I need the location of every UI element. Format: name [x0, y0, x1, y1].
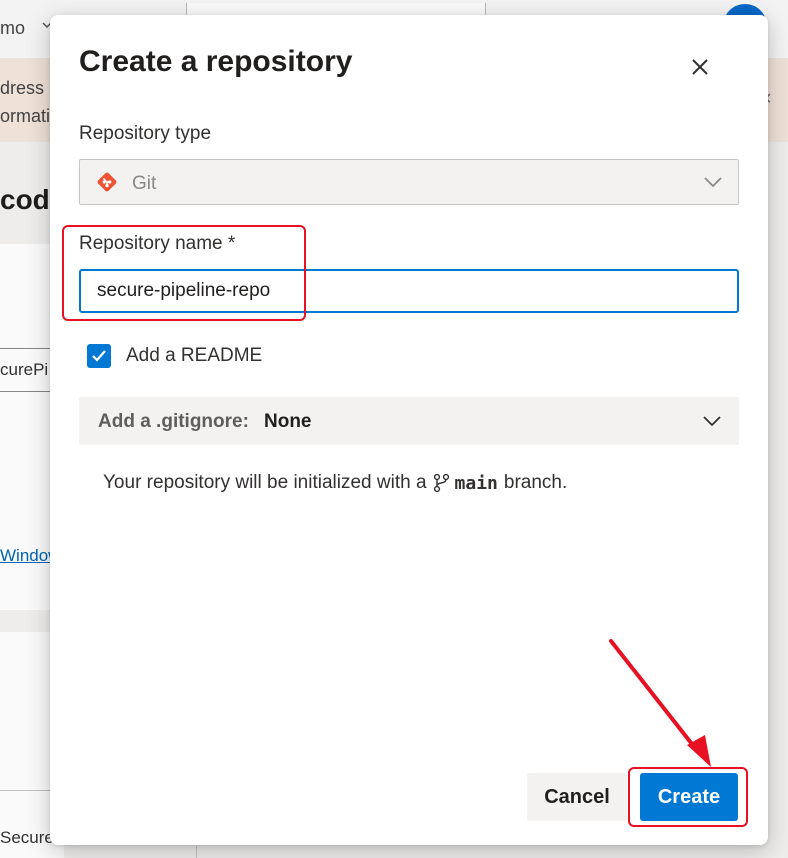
checkmark-icon	[92, 350, 106, 362]
repository-type-select[interactable]: Git	[79, 159, 739, 205]
chevron-down-icon	[704, 177, 722, 188]
init-info-text: Your repository will be initialized with…	[103, 472, 567, 494]
close-button[interactable]	[684, 51, 716, 83]
add-readme-checkbox[interactable]	[87, 344, 111, 368]
close-icon	[692, 59, 708, 75]
create-button[interactable]: Create	[640, 773, 738, 821]
branch-icon	[433, 473, 449, 493]
init-info-suffix: branch.	[503, 472, 568, 493]
gitignore-select[interactable]: Add a .gitignore: None	[79, 397, 739, 445]
dialog-title: Create a repository	[79, 45, 353, 78]
create-repository-dialog: Create a repository Repository type Git …	[50, 15, 768, 845]
init-info-prefix: Your repository will be initialized with…	[103, 472, 427, 493]
repository-type-value: Git	[132, 173, 157, 194]
repository-name-label: Repository name *	[79, 233, 236, 254]
repository-name-input[interactable]	[79, 269, 739, 313]
git-icon	[97, 172, 117, 192]
cancel-button[interactable]: Cancel	[527, 773, 627, 821]
repository-type-label: Repository type	[79, 123, 212, 144]
annotation-arrow	[609, 639, 711, 767]
chevron-down-icon	[703, 416, 721, 427]
gitignore-value: None	[264, 411, 312, 432]
branch-name: main	[454, 472, 498, 494]
gitignore-label: Add a .gitignore:	[98, 411, 249, 432]
add-readme-label[interactable]: Add a README	[126, 345, 262, 367]
